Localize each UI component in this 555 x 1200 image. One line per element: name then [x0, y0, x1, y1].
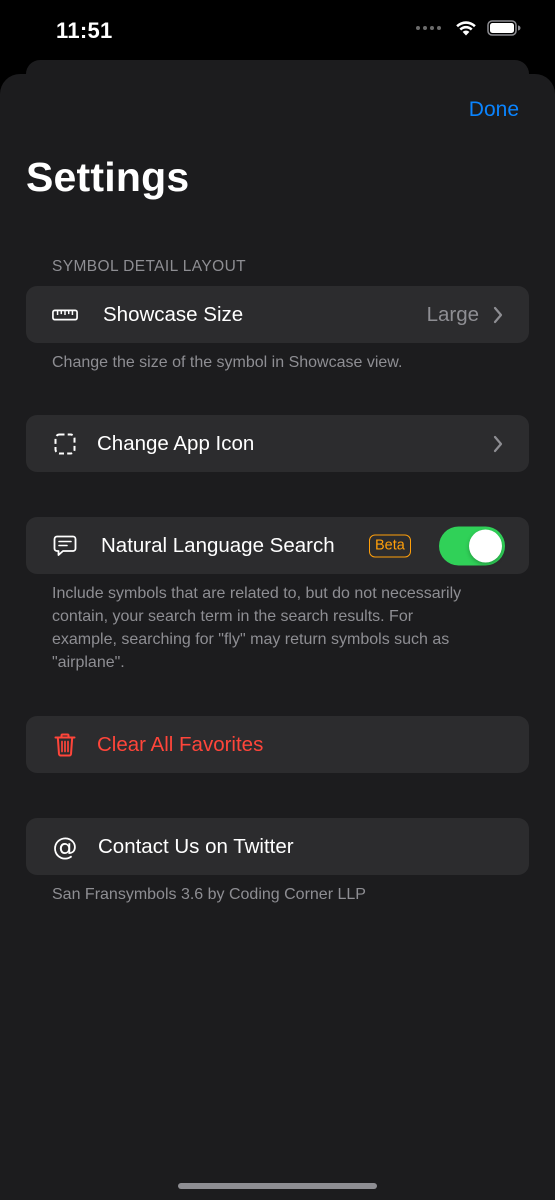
change-app-icon-label: Change App Icon — [97, 431, 255, 455]
version-footnote: San Fransymbols 3.6 by Coding Corner LLP — [52, 886, 366, 903]
natural-language-search-toggle[interactable] — [439, 526, 505, 565]
status-icons — [416, 20, 521, 36]
natural-language-search-label: Natural Language Search — [101, 533, 335, 557]
chevron-right-icon — [493, 435, 503, 452]
showcase-size-row[interactable]: Showcase Size Large — [26, 286, 529, 343]
at-sign-icon: @ — [52, 832, 78, 861]
ruler-icon — [52, 302, 78, 328]
status-time: 11:51 — [56, 18, 113, 43]
dashed-square-icon — [52, 431, 78, 457]
toggle-knob — [469, 529, 502, 562]
settings-sheet: Done Settings SYMBOL DETAIL LAYOUT Showc… — [0, 74, 555, 1200]
battery-icon — [487, 20, 521, 36]
home-indicator — [178, 1183, 377, 1189]
page-title: Settings — [26, 154, 190, 200]
contact-twitter-row[interactable]: @ Contact Us on Twitter — [26, 818, 529, 875]
natural-language-search-footnote: Include symbols that are related to, but… — [52, 585, 462, 671]
trash-icon — [52, 732, 78, 758]
showcase-size-footnote: Change the size of the symbol in Showcas… — [52, 354, 403, 371]
wifi-icon — [456, 21, 476, 36]
contact-twitter-label: Contact Us on Twitter — [98, 834, 294, 858]
section-header-symbol-detail-layout: SYMBOL DETAIL LAYOUT — [52, 258, 247, 275]
beta-badge: Beta — [369, 534, 411, 557]
showcase-size-label: Showcase Size — [103, 302, 244, 326]
done-button[interactable]: Done — [469, 98, 519, 122]
signal-dots-icon — [416, 26, 441, 30]
chevron-right-icon — [493, 306, 503, 323]
screen: 11:51 Done Settings SYMBOL DETAIL LAYOUT — [0, 0, 555, 1200]
showcase-size-value: Large — [426, 302, 479, 326]
change-app-icon-row[interactable]: Change App Icon — [26, 415, 529, 472]
clear-all-favorites-row[interactable]: Clear All Favorites — [26, 716, 529, 773]
text-bubble-icon — [52, 533, 78, 559]
natural-language-search-row: Natural Language Search Beta — [26, 517, 529, 574]
clear-all-favorites-label: Clear All Favorites — [97, 732, 264, 756]
